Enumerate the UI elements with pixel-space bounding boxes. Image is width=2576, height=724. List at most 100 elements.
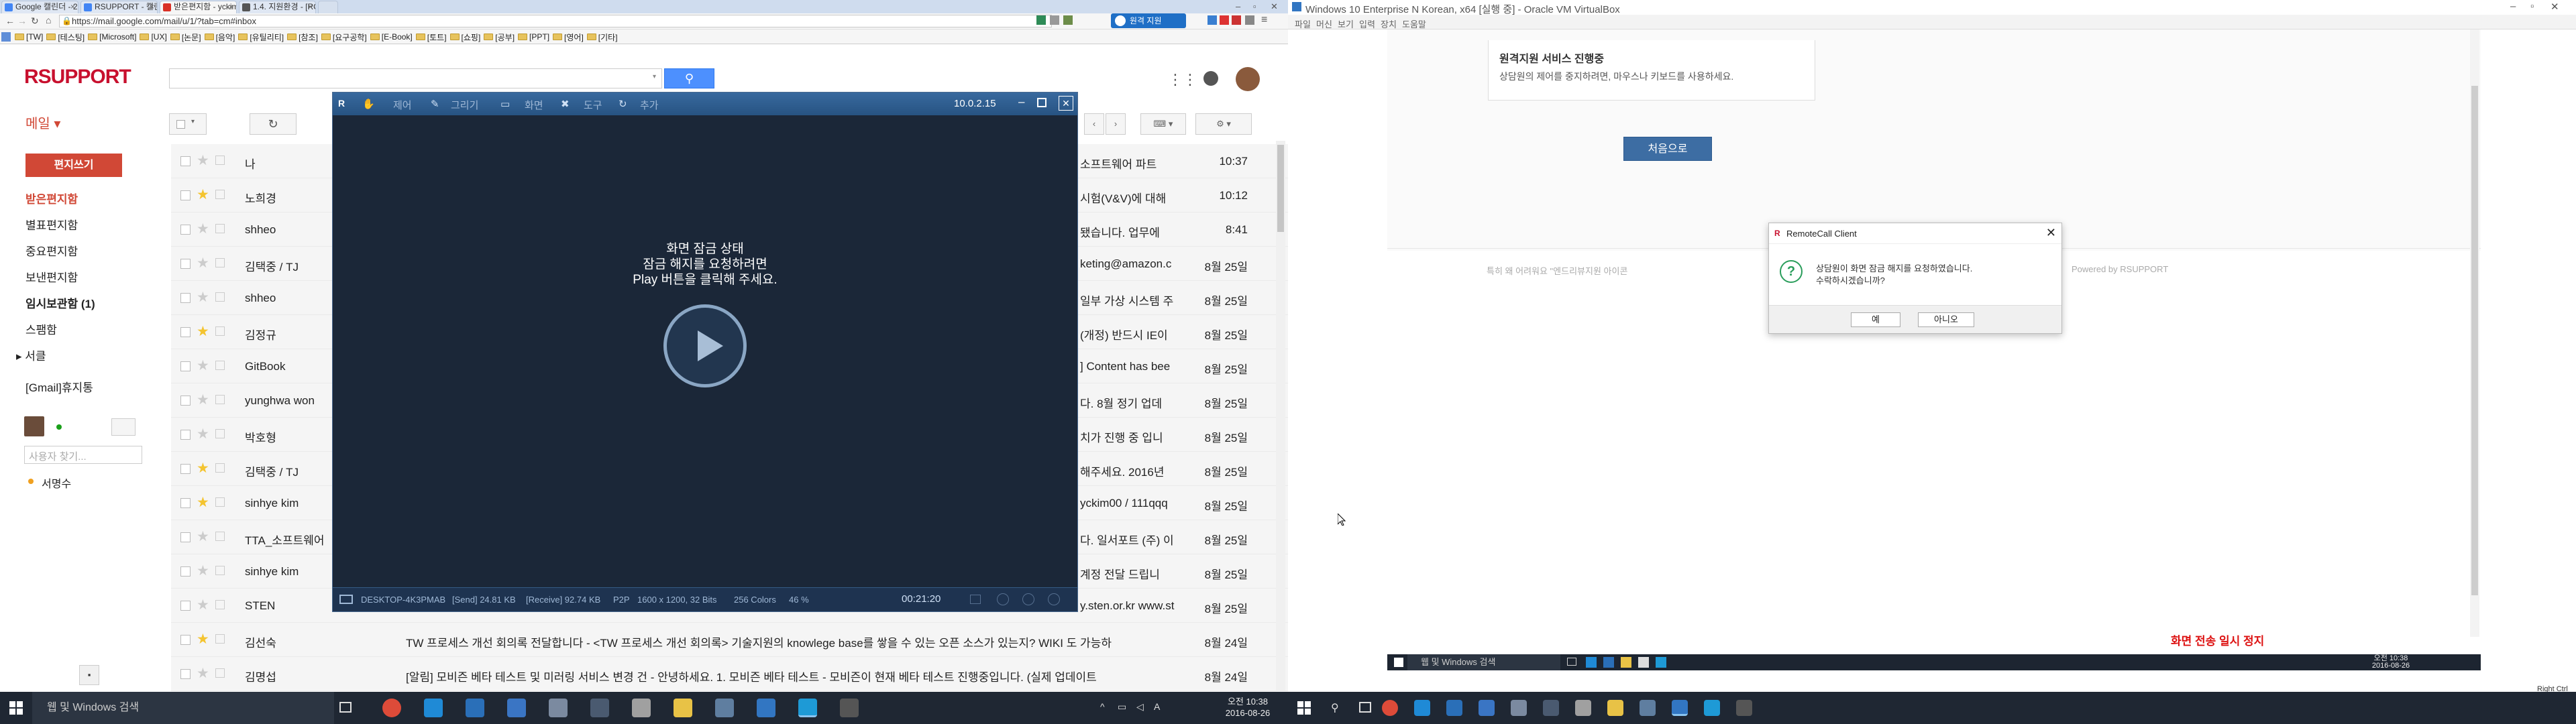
remote-support-badge[interactable]: 원격 지원	[1111, 13, 1186, 28]
row-checkbox[interactable]	[180, 566, 191, 577]
file-explorer-icon[interactable]	[674, 699, 692, 717]
bookmark-folder[interactable]: [TW]	[15, 29, 46, 44]
close-icon[interactable]: ×	[229, 1, 233, 13]
tab-support-env[interactable]: 1.4. 지원환경 - [RC ×	[239, 1, 316, 13]
edge-icon[interactable]	[1414, 700, 1430, 716]
row-checkbox[interactable]	[180, 532, 191, 542]
taskbar-search[interactable]: 웹 및 Windows 검색	[32, 692, 334, 724]
more-icon[interactable]: ↻	[619, 98, 627, 110]
toolbar-draw[interactable]: 그리기	[451, 98, 478, 112]
tray-chevron-icon[interactable]: ^	[1100, 701, 1105, 712]
ie-icon[interactable]	[1446, 700, 1462, 716]
star-icon[interactable]: ★	[197, 391, 209, 408]
row-checkbox[interactable]	[180, 225, 191, 235]
row-checkbox[interactable]	[180, 190, 191, 200]
app-icon[interactable]	[549, 699, 568, 717]
nav-sent[interactable]: 보낸편지함	[25, 268, 78, 285]
importance-icon[interactable]	[215, 634, 225, 644]
edge-icon[interactable]	[424, 699, 443, 717]
close-icon[interactable]: ×	[308, 1, 313, 13]
close-icon[interactable]: ✕	[1059, 96, 1073, 111]
star-icon[interactable]: ★	[197, 597, 209, 613]
tab-inbox[interactable]: 받은편지함 - yckim ×	[160, 1, 237, 13]
screen-icon[interactable]: ▭	[500, 98, 510, 110]
virtualbox-icon[interactable]	[757, 699, 775, 717]
task-view-icon[interactable]	[339, 702, 352, 713]
guest-search[interactable]: 웹 및 Windows 검색	[1407, 654, 1560, 670]
app-icon[interactable]	[1511, 700, 1527, 716]
nav-drafts[interactable]: 임시보관함 (1)	[25, 294, 95, 311]
importance-icon[interactable]	[215, 600, 225, 609]
row-checkbox[interactable]	[180, 669, 191, 679]
close-icon[interactable]: ×	[150, 1, 154, 13]
bookmark-folder[interactable]: [PPT]	[518, 29, 553, 44]
ie-icon[interactable]	[466, 699, 484, 717]
toolbar-tools[interactable]: 도구	[584, 98, 602, 112]
app-icon[interactable]	[1479, 700, 1495, 716]
bookmark-folder[interactable]: [테스팅]	[46, 29, 88, 44]
close-icon[interactable]: ×	[70, 1, 75, 13]
chat-avatar[interactable]	[24, 416, 44, 436]
network-icon[interactable]: ▭	[1118, 701, 1126, 713]
app-icon[interactable]	[1640, 700, 1656, 716]
bookmark-folder[interactable]: [공부]	[484, 29, 518, 44]
newer-button[interactable]: ‹	[1084, 113, 1104, 135]
ie-icon[interactable]	[1603, 657, 1614, 668]
search-icon[interactable]: ⚲	[1331, 701, 1339, 715]
star-icon[interactable]: ★	[197, 357, 209, 374]
menu-machine[interactable]: 머신	[1316, 17, 1332, 30]
star-icon[interactable]: ★	[197, 494, 209, 511]
bookmark-folder[interactable]: [E-Book]	[370, 29, 416, 44]
windows-start-icon[interactable]	[1394, 658, 1403, 667]
extension-icon[interactable]	[1232, 15, 1241, 25]
toolbar-screen[interactable]: 화면	[525, 98, 543, 112]
pause-icon[interactable]	[1022, 593, 1034, 605]
importance-icon[interactable]	[215, 532, 225, 541]
row-checkbox[interactable]	[180, 396, 191, 406]
row-checkbox[interactable]	[180, 635, 191, 645]
volume-icon[interactable]: ◁	[1136, 701, 1144, 713]
bookmark-folder[interactable]: [기타]	[586, 29, 621, 44]
guest-clock[interactable]: 오전 10:38 2016-08-26	[2371, 655, 2411, 670]
input-tools-button[interactable]: ⌨ ▾	[1140, 113, 1186, 135]
minimize-icon[interactable]: –	[1018, 95, 1024, 109]
row-checkbox[interactable]	[180, 464, 191, 474]
bookmark-folder[interactable]: [토트]	[415, 29, 450, 44]
mail-search-input[interactable]: ▾	[169, 68, 662, 88]
mail-row[interactable]: ★ 김명섭 [알림] 모비즌 베타 테스트 및 미러링 서비스 변경 건 - 안녕하…	[171, 657, 1288, 691]
star-icon[interactable]: ★	[197, 289, 209, 306]
row-checkbox[interactable]	[180, 430, 191, 440]
file-explorer-icon[interactable]	[1621, 657, 1631, 668]
star-icon[interactable]: ★	[197, 323, 209, 340]
task-view-icon[interactable]	[1359, 702, 1371, 713]
menu-view[interactable]: 보기	[1338, 17, 1354, 30]
extension-icon[interactable]	[1063, 15, 1073, 25]
scrollbar-thumb[interactable]	[2471, 86, 2478, 595]
virtualbox-icon[interactable]	[1672, 700, 1688, 716]
ime-icon[interactable]: A	[1154, 701, 1160, 712]
yes-button[interactable]: 예	[1851, 312, 1900, 327]
reload-icon[interactable]: ↻	[31, 15, 39, 27]
row-checkbox[interactable]	[180, 156, 191, 166]
app-icon[interactable]	[1543, 700, 1559, 716]
row-checkbox[interactable]	[180, 259, 191, 269]
star-icon[interactable]: ★	[197, 665, 209, 682]
menu-input[interactable]: 입력	[1359, 17, 1375, 30]
star-icon[interactable]: ★	[197, 460, 209, 477]
chrome-icon[interactable]	[1382, 700, 1398, 716]
apps-grid-icon[interactable]: ⋮⋮	[1168, 71, 1197, 88]
extension-icon[interactable]	[1220, 15, 1229, 25]
importance-icon[interactable]	[215, 429, 225, 438]
minimize-icon[interactable]: –	[1236, 1, 1240, 11]
control-icon[interactable]: ✋	[362, 98, 375, 110]
bookmark-folder[interactable]: [요구공학]	[321, 29, 370, 44]
nav-starred[interactable]: 별표편지함	[25, 216, 78, 233]
nav-spam[interactable]: 스팸함	[25, 320, 57, 337]
back-icon[interactable]: ←	[5, 15, 15, 26]
older-button[interactable]: ›	[1106, 113, 1126, 135]
store-icon[interactable]	[1638, 657, 1649, 668]
toolbar-control[interactable]: 제어	[393, 98, 412, 112]
importance-icon[interactable]	[215, 224, 225, 233]
people-search-input[interactable]: 사용자 찾기...	[24, 446, 142, 464]
photos-icon[interactable]	[840, 699, 859, 717]
